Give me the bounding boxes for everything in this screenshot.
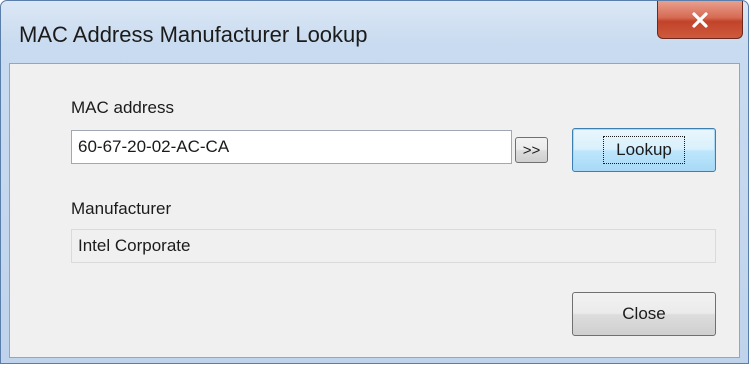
mac-address-input[interactable]: 60-67-20-02-AC-CA <box>71 130 512 164</box>
lookup-button[interactable]: Lookup <box>572 128 716 172</box>
close-x-icon <box>692 11 708 28</box>
close-button[interactable]: Close <box>572 292 716 336</box>
manufacturer-field: Intel Corporate <box>71 229 716 263</box>
dialog-window: MAC Address Manufacturer Lookup MAC addr… <box>0 0 749 364</box>
title-bar[interactable]: MAC Address Manufacturer Lookup <box>1 1 748 63</box>
manufacturer-label: Manufacturer <box>71 199 172 218</box>
mac-address-label: MAC address <box>71 98 174 117</box>
expand-button[interactable]: >> <box>515 137 548 163</box>
lookup-button-label: Lookup <box>603 136 685 164</box>
dialog-body: MAC address 60-67-20-02-AC-CA >> Lookup … <box>9 63 740 358</box>
window-close-button[interactable] <box>657 1 743 39</box>
window-title: MAC Address Manufacturer Lookup <box>19 22 368 47</box>
